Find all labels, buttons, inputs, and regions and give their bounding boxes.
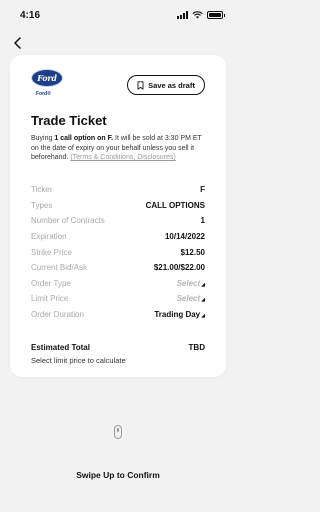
order-description: Buying 1 call option on F. It will be so…: [31, 134, 209, 163]
estimated-total-note: Select limit price to calculate: [31, 356, 126, 365]
order-duration-select[interactable]: Trading Day◢: [154, 310, 205, 319]
ford-logo: Ford: [31, 69, 63, 87]
row-value: $21.00/$22.00: [153, 263, 205, 273]
row-value: Trading Day: [154, 310, 201, 320]
row-value: F: [200, 185, 205, 195]
signal-icon: [177, 11, 188, 19]
page-title: Trade Ticket: [31, 113, 107, 128]
dropdown-caret-icon: ◢: [201, 281, 205, 288]
row-label: Limit Price: [31, 294, 69, 304]
bookmark-icon: [137, 80, 144, 90]
row-label: Order Duration: [31, 310, 84, 320]
status-time: 4:16: [20, 9, 41, 21]
wifi-icon: [192, 11, 203, 19]
row-label: Number of Contracts: [31, 216, 105, 226]
order-type-select[interactable]: Select◢: [177, 279, 205, 288]
status-icons: [177, 11, 225, 19]
estimated-total-value: TBD: [188, 343, 205, 352]
row-label: Current Bid/Ask: [31, 263, 88, 273]
row-order-duration[interactable]: Order Duration Trading Day◢: [31, 307, 205, 323]
limit-price-select[interactable]: Select◢: [177, 294, 205, 303]
row-value: CALL OPTIONS: [145, 200, 205, 210]
row-label: Strike Price: [31, 247, 72, 257]
desc-bold: 1 call option on F.: [54, 135, 114, 142]
dropdown-caret-icon: ◢: [201, 297, 205, 304]
row-ticker: Ticker F: [31, 182, 205, 198]
row-label: Expiration: [31, 232, 67, 242]
status-bar: 4:16: [0, 0, 236, 30]
row-order-type[interactable]: Order Type Select◢: [31, 276, 205, 292]
order-details: Ticker F Types CALL OPTIONS Number of Co…: [31, 182, 205, 322]
row-limit-price[interactable]: Limit Price Select◢: [31, 291, 205, 307]
logo-text: Ford: [37, 73, 57, 83]
row-value: 10/14/2022: [164, 232, 205, 242]
row-contracts: Number of Contracts 1: [31, 213, 205, 229]
save-as-draft-button[interactable]: Save as draft: [127, 75, 205, 95]
swipe-handle-icon[interactable]: [114, 425, 122, 439]
desc-pre: Buying: [31, 135, 55, 142]
row-bid-ask: Current Bid/Ask $21.00/$22.00: [31, 260, 205, 276]
company-logo: Ford Ford®: [31, 69, 77, 105]
swipe-to-confirm-label[interactable]: Swipe Up to Confirm: [0, 470, 236, 480]
back-button[interactable]: [9, 35, 25, 51]
battery-icon: [207, 11, 225, 19]
terms-link[interactable]: (Terms & Conditions, Disclosures): [70, 154, 175, 161]
row-value: 1: [200, 216, 205, 226]
logo-subtext: Ford®: [36, 91, 51, 97]
row-value: $12.50: [180, 247, 205, 257]
row-label: Ticker: [31, 185, 53, 195]
trade-ticket-card: Ford Ford® Save as draft Trade Ticket Bu…: [10, 55, 226, 377]
row-types: Types CALL OPTIONS: [31, 198, 205, 214]
row-label: Order Type: [31, 278, 71, 288]
chevron-left-icon: [13, 37, 21, 49]
row-value: Select: [176, 294, 201, 304]
row-label: Types: [31, 200, 53, 210]
save-as-draft-label: Save as draft: [148, 80, 195, 90]
estimated-total: Estimated Total TBD: [31, 343, 205, 352]
row-value: Select: [176, 278, 201, 288]
row-expiration: Expiration 10/14/2022: [31, 229, 205, 245]
estimated-total-label: Estimated Total: [31, 343, 90, 352]
dropdown-caret-icon: ◢: [201, 313, 205, 320]
row-strike-price: Strike Price $12.50: [31, 244, 205, 260]
